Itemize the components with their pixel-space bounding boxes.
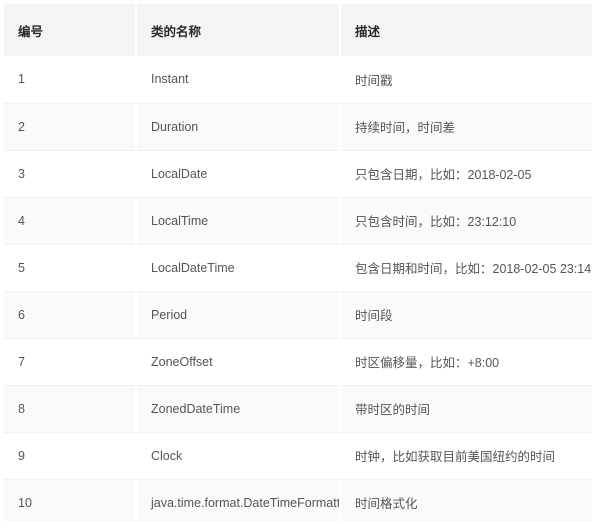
cell-desc: 包含日期和时间，比如：2018-02-05 23:14:21 [340, 244, 592, 292]
cell-no: 5 [4, 244, 137, 292]
table-row[interactable]: 1 Instant 时间戳 [4, 56, 592, 104]
java-time-classes-table: 编号 类的名称 描述 1 Instant 时间戳 2 Duration 持续时间… [4, 4, 592, 522]
cell-name: Instant [136, 56, 341, 104]
column-header-name[interactable]: 类的名称 [136, 4, 341, 56]
cell-desc: 带时区的时间 [340, 385, 592, 433]
table-row[interactable]: 5 LocalDateTime 包含日期和时间，比如：2018-02-05 23… [4, 244, 592, 292]
cell-no: 9 [4, 432, 137, 480]
cell-desc: 只包含时间，比如：23:12:10 [340, 197, 592, 245]
cell-no: 10 [4, 479, 137, 522]
cell-no: 7 [4, 338, 137, 386]
cell-no: 1 [4, 56, 137, 104]
cell-no: 4 [4, 197, 137, 245]
table-row[interactable]: 7 ZoneOffset 时区偏移量，比如：+8:00 [4, 338, 592, 386]
cell-desc: 时间戳 [340, 56, 592, 104]
cell-desc: 时间格式化 [355, 497, 418, 512]
cell-desc: 时钟，比如获取目前美国纽约的时间 [340, 432, 592, 480]
column-header-no[interactable]: 编号 [4, 4, 137, 56]
cell-name: LocalDate [136, 150, 341, 198]
cell-name: LocalDateTime [136, 244, 341, 292]
table-header-row: 编号 类的名称 描述 [4, 4, 592, 56]
table-body: 1 Instant 时间戳 2 Duration 持续时间，时间差 3 Loca… [4, 56, 592, 522]
cell-name: java.time.format.DateTimeFormatter [136, 479, 341, 522]
table-row[interactable]: 8 ZonedDateTime 带时区的时间 [4, 385, 592, 433]
cell-no: 3 [4, 150, 137, 198]
cell-desc: 只包含日期，比如：2018-02-05 [340, 150, 592, 198]
table-row[interactable]: 2 Duration 持续时间，时间差 [4, 103, 592, 151]
cell-name: Clock [136, 432, 341, 480]
table-row[interactable]: 4 LocalTime 只包含时间，比如：23:12:10 [4, 197, 592, 245]
cell-desc: 时区偏移量，比如：+8:00 [340, 338, 592, 386]
cell-no: 2 [4, 103, 137, 151]
cell-no: 6 [4, 291, 137, 339]
cell-name: ZoneOffset [136, 338, 341, 386]
table-row[interactable]: 9 Clock 时钟，比如获取目前美国纽约的时间 [4, 432, 592, 480]
column-header-desc[interactable]: 描述 [340, 4, 592, 56]
cell-name: Period [136, 291, 341, 339]
cell-desc: 时间段 [340, 291, 592, 339]
cell-name: ZonedDateTime [136, 385, 341, 433]
table-row[interactable]: 10 java.time.format.DateTimeFormatter 时间… [4, 479, 592, 522]
cell-no: 8 [4, 385, 137, 433]
cell-name: Duration [136, 103, 341, 151]
table-row[interactable]: 3 LocalDate 只包含日期，比如：2018-02-05 [4, 150, 592, 198]
cell-desc: 持续时间，时间差 [340, 103, 592, 151]
table-row[interactable]: 6 Period 时间段 [4, 291, 592, 339]
table-container: 编号 类的名称 描述 1 Instant 时间戳 2 Duration 持续时间… [4, 4, 592, 522]
cell-name: LocalTime [136, 197, 341, 245]
table-header: 编号 类的名称 描述 [4, 4, 592, 56]
